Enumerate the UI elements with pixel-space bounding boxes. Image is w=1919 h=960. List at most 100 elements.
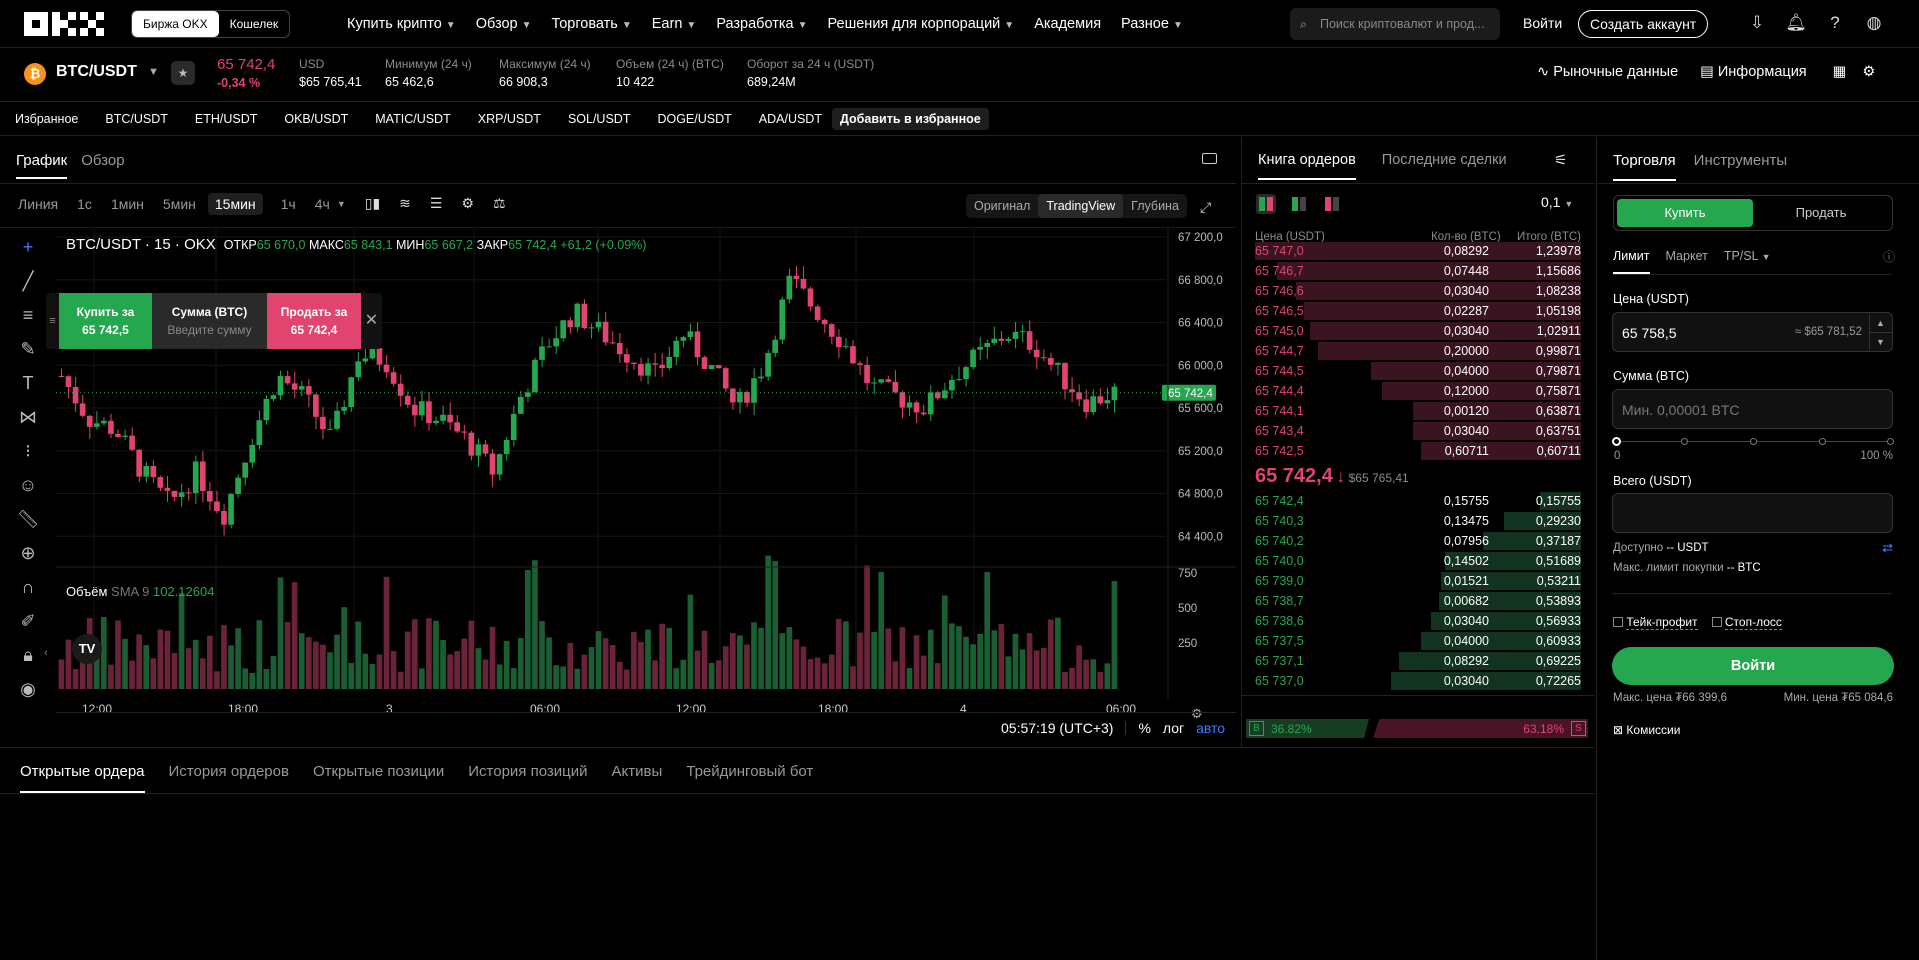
star-icon[interactable]: ★ — [171, 61, 195, 85]
info-button[interactable]: ▤ Информация — [1700, 64, 1807, 80]
crosshair-icon[interactable]: + — [23, 237, 34, 258]
orderbook-row[interactable]: 65 740,0 0,14502 0,51689 — [1255, 551, 1581, 571]
menu-corporate[interactable]: Решения для корпораций ▼ — [818, 16, 1025, 32]
tab-open-orders[interactable]: Открытые ордера — [20, 763, 145, 793]
amount-slider[interactable] — [1612, 435, 1894, 449]
orderbook-row[interactable]: 65 737,5 0,04000 0,60933 — [1255, 631, 1581, 651]
add-favorite-button[interactable]: Добавить в избранное — [831, 107, 989, 130]
tab-assets[interactable]: Активы — [612, 763, 663, 793]
settings-icon[interactable]: ⚙ — [1862, 64, 1875, 80]
exchange-tab[interactable]: Биржа OKX — [132, 11, 219, 37]
menu-misc[interactable]: Разное ▼ — [1111, 16, 1193, 32]
menu-buy-crypto[interactable]: Купить крипто ▼ — [337, 16, 466, 32]
quick-amount-input[interactable]: Сумма (BTC) Введите сумму — [152, 293, 267, 349]
type-market[interactable]: Маркет — [1666, 249, 1708, 274]
tp-checkbox[interactable]: Тейк-профит — [1613, 615, 1698, 630]
both-sides-icon[interactable] — [1256, 194, 1276, 214]
login-link[interactable]: Войти — [1523, 15, 1562, 31]
orderbook-row[interactable]: 65 739,0 0,01521 0,53211 — [1255, 571, 1581, 591]
tradingview-logo[interactable]: TV — [72, 634, 102, 664]
percent-toggle[interactable]: % — [1138, 720, 1150, 736]
pair-selector[interactable]: BTC/USDT — [56, 63, 137, 81]
buy-tab[interactable]: Купить — [1617, 199, 1753, 227]
interval-4h[interactable]: 4ч — [315, 196, 330, 212]
orderbook-row[interactable]: 65 738,7 0,00682 0,53893 — [1255, 591, 1581, 611]
fav-pair[interactable]: XRP/USDT — [478, 112, 541, 126]
view-original[interactable]: Оригинал — [966, 194, 1038, 218]
bids-only-icon[interactable] — [1289, 194, 1309, 214]
fav-pair[interactable]: OKB/USDT — [284, 112, 348, 126]
text-icon[interactable]: T — [23, 373, 34, 394]
fav-pair[interactable]: ETH/USDT — [195, 112, 258, 126]
auto-toggle[interactable]: авто — [1196, 720, 1225, 736]
orderbook-row[interactable]: 65 747,0 0,08292 1,23978 — [1255, 241, 1581, 261]
orderbook-row[interactable]: 65 742,5 0,60711 0,60711 — [1255, 441, 1581, 461]
menu-overview[interactable]: Обзор ▼ — [466, 16, 542, 32]
type-tpsl[interactable]: TP/SL ▼ — [1724, 249, 1771, 274]
magnet-icon[interactable]: ∩ — [22, 577, 35, 598]
menu-earn[interactable]: Earn ▼ — [642, 16, 707, 32]
fav-pair[interactable]: SOL/USDT — [568, 112, 631, 126]
orderbook-row[interactable]: 65 737,0 0,03040 0,72265 — [1255, 671, 1581, 691]
orderbook-row[interactable]: 65 744,7 0,20000 0,99871 — [1255, 341, 1581, 361]
fees-link[interactable]: ⊠ Комиссии — [1613, 723, 1680, 737]
lock-icon[interactable]: 🔒︎ — [23, 645, 33, 666]
wallet-tab[interactable]: Кошелек — [219, 11, 289, 37]
log-toggle[interactable]: лог — [1163, 720, 1184, 736]
tab-orderbook[interactable]: Книга ордеров — [1258, 152, 1356, 180]
sl-checkbox[interactable]: Стоп-лосс — [1711, 615, 1782, 630]
quick-buy-button[interactable]: Купить за 65 742,5 — [59, 293, 152, 349]
zoom-icon[interactable]: ⊕ — [20, 543, 35, 564]
fav-pair[interactable]: ADA/USDT — [759, 112, 822, 126]
candles-icon[interactable]: ▯▮ — [365, 195, 380, 212]
view-depth[interactable]: Глубина — [1123, 194, 1187, 218]
menu-academy[interactable]: Академия — [1024, 16, 1111, 32]
eye-icon[interactable]: ◉ — [20, 679, 36, 700]
list-icon[interactable]: ☰ — [430, 195, 443, 212]
download-icon[interactable]: ⇩ — [1746, 12, 1768, 34]
orderbook-row[interactable]: 65 746,5 0,02287 1,05198 — [1255, 301, 1581, 321]
orderbook-row[interactable]: 65 743,4 0,03040 0,63751 — [1255, 421, 1581, 441]
fav-pair[interactable]: DOGE/USDT — [657, 112, 731, 126]
info-icon[interactable]: ⓘ — [1883, 248, 1895, 265]
signup-button[interactable]: Создать аккаунт — [1578, 10, 1709, 38]
orderbook-row[interactable]: 65 746,7 0,07448 1,15686 — [1255, 261, 1581, 281]
submit-button[interactable]: Войти — [1612, 647, 1894, 685]
tab-trading-bot[interactable]: Трейдинговый бот — [686, 763, 813, 793]
bell-icon[interactable]: 🔔︎ — [1785, 12, 1807, 34]
tab-position-history[interactable]: История позиций — [468, 763, 587, 793]
tab-tools[interactable]: Инструменты — [1694, 152, 1788, 181]
fullscreen-icon[interactable] — [1202, 153, 1217, 164]
type-limit[interactable]: Лимит — [1613, 249, 1650, 274]
transfer-icon[interactable]: ⇄ — [1882, 540, 1893, 556]
prediction-icon[interactable]: ⁝ — [25, 441, 31, 462]
increment-icon[interactable]: ▲ — [1869, 314, 1891, 332]
gear-icon[interactable]: ⚙ — [461, 195, 474, 212]
expand-icon[interactable]: ⤢ — [1200, 199, 1211, 216]
collapse-arrow-icon[interactable]: ‹ — [44, 647, 48, 659]
close-icon[interactable]: ✕ — [361, 293, 382, 349]
chevron-down-icon[interactable]: ▼ — [337, 199, 346, 209]
chevron-down-icon[interactable]: ▼ — [148, 66, 159, 78]
scale-icon[interactable]: ⚖ — [493, 195, 506, 212]
tab-recent-trades[interactable]: Последние сделки — [1382, 152, 1507, 180]
orderbook-row[interactable]: 65 740,2 0,07956 0,37187 — [1255, 531, 1581, 551]
tab-trade[interactable]: Торговля — [1613, 152, 1676, 181]
chart-area[interactable]: 67 200,0 66 800,0 66 400,0 66 000,0 65 600,0… — [44, 229, 1236, 721]
decrement-icon[interactable]: ▼ — [1869, 332, 1891, 350]
interval-1m[interactable]: 1мин — [111, 196, 144, 212]
orderbook-row[interactable]: 65 746,6 0,03040 1,08238 — [1255, 281, 1581, 301]
market-data-button[interactable]: ∿ Рыночные данные — [1537, 64, 1678, 80]
tab-overview[interactable]: Обзор — [81, 152, 124, 179]
search-input[interactable]: ⌕ Поиск криптовалют и прод... — [1290, 8, 1500, 40]
sell-tab[interactable]: Продать — [1753, 199, 1889, 227]
interval-1h[interactable]: 1ч — [281, 196, 296, 212]
fav-pair[interactable]: BTC/USDT — [105, 112, 168, 126]
orderbook-row[interactable]: 65 744,4 0,12000 0,75871 — [1255, 381, 1581, 401]
trendline-icon[interactable]: ╱ — [23, 271, 34, 292]
asks-only-icon[interactable] — [1322, 194, 1342, 214]
layout-icon[interactable]: ▦ — [1833, 64, 1847, 80]
indicators-icon[interactable]: ≋ — [399, 195, 411, 212]
tab-chart[interactable]: График — [16, 152, 68, 179]
pencil-lock-icon[interactable]: ✐ — [20, 611, 35, 632]
